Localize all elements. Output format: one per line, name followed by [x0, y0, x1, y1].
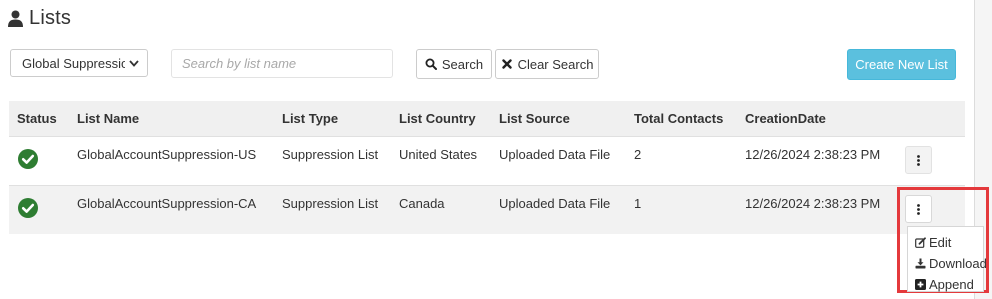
list-country-cell: United States [399, 147, 478, 162]
close-icon [501, 59, 512, 69]
menu-item-edit[interactable]: Edit [908, 232, 983, 253]
page-title-text: Lists [29, 6, 72, 29]
create-new-list-button[interactable]: Create New List [847, 49, 956, 80]
list-filter-select[interactable]: Global Suppressior [10, 49, 148, 77]
row-actions-button[interactable] [905, 146, 932, 174]
menu-item-label: Download [929, 256, 987, 271]
create-new-list-button-label: Create New List [855, 57, 948, 72]
list-filter-value: Global Suppressior [22, 55, 125, 71]
edit-icon [915, 237, 926, 248]
clear-search-button-label: Clear Search [517, 56, 594, 72]
column-header-list-source: List Source [499, 111, 570, 126]
kebab-icon [917, 154, 920, 166]
search-button[interactable]: Search [416, 49, 492, 79]
lists-table: Status List Name List Type List Country … [9, 101, 965, 234]
list-type-cell: Suppression List [282, 147, 379, 162]
list-source-cell: Uploaded Data File [499, 147, 611, 162]
page-title: Lists [8, 5, 71, 31]
table-row: GlobalAccountSuppression-CA Suppression … [9, 185, 965, 234]
list-name-cell[interactable]: GlobalAccountSuppression-CA [77, 196, 256, 211]
column-header-total-contacts: Total Contacts [634, 111, 724, 126]
creation-date-cell: 12/26/2024 2:38:23 PM [745, 196, 881, 211]
menu-item-append[interactable]: Append [908, 274, 983, 295]
search-icon [425, 58, 437, 70]
creation-date-cell: 12/26/2024 2:38:23 PM [745, 147, 881, 162]
menu-item-download[interactable]: Download [908, 253, 987, 274]
table-row: GlobalAccountSuppression-US Suppression … [9, 136, 965, 185]
check-circle-icon [18, 198, 38, 218]
column-header-creation-date: CreationDate [745, 111, 826, 126]
column-header-list-country: List Country [399, 111, 476, 126]
list-country-cell: Canada [399, 196, 445, 211]
search-button-label: Search [441, 56, 484, 72]
list-type-cell: Suppression List [282, 196, 379, 211]
menu-item-label: Edit [929, 235, 952, 250]
chevron-down-icon [129, 59, 139, 67]
row-actions-menu: Edit Download Append [907, 226, 987, 295]
check-circle-icon [18, 149, 38, 169]
search-input[interactable] [171, 49, 393, 78]
clear-search-button[interactable]: Clear Search [495, 49, 599, 79]
menu-item-label: Append [929, 277, 974, 292]
total-contacts-cell: 1 [634, 196, 642, 211]
download-icon [915, 258, 926, 269]
table-header: Status List Name List Type List Country … [9, 101, 965, 136]
column-header-list-type: List Type [282, 111, 339, 126]
list-name-cell[interactable]: GlobalAccountSuppression-US [77, 147, 256, 162]
column-header-list-name: List Name [77, 111, 140, 126]
user-icon [8, 10, 23, 27]
total-contacts-cell: 2 [634, 147, 642, 162]
column-header-status: Status [17, 111, 57, 126]
plus-square-icon [915, 279, 926, 290]
list-source-cell: Uploaded Data File [499, 196, 611, 211]
